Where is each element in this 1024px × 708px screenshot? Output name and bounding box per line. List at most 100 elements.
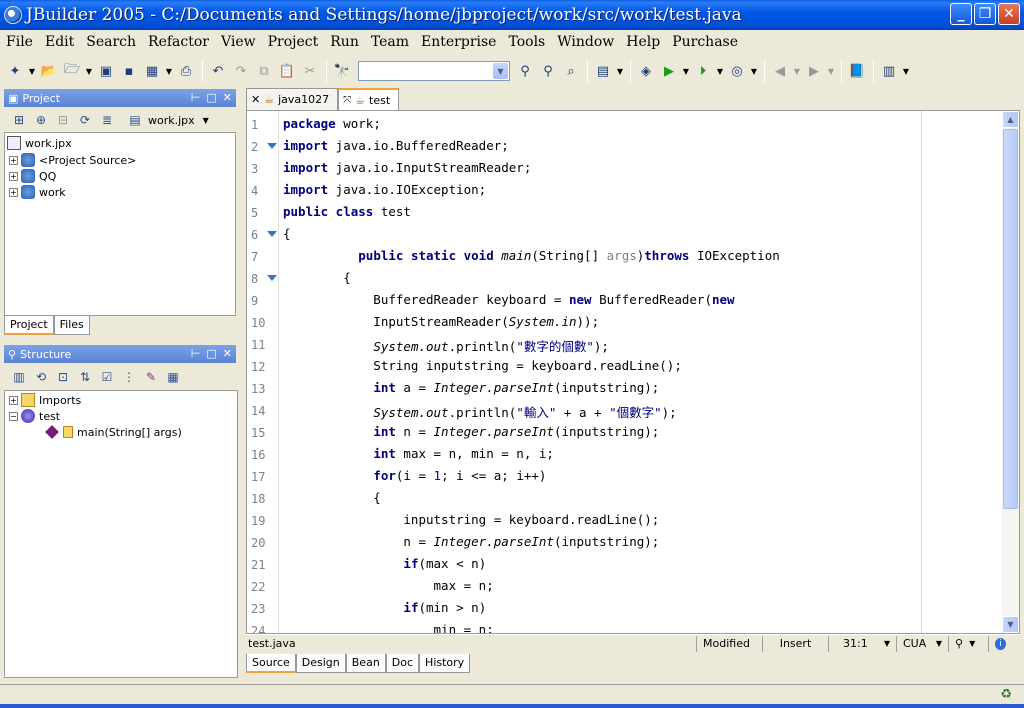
code-line[interactable]: if(min > n): [283, 600, 486, 615]
status-position[interactable]: 31:1 ▼: [828, 635, 896, 652]
menu-view[interactable]: View: [215, 34, 262, 50]
find-binoculars-icon[interactable]: 🔭: [331, 60, 353, 82]
tab-source[interactable]: Source: [246, 654, 296, 673]
remove-icon[interactable]: ⊟: [54, 111, 72, 129]
tab-design[interactable]: Design: [295, 654, 346, 673]
optimize-dropdown-icon[interactable]: ▼: [749, 60, 759, 82]
tab-project[interactable]: Project: [4, 316, 54, 335]
scroll-up-icon[interactable]: ▲: [1002, 111, 1019, 128]
search-combo[interactable]: ▼: [358, 61, 510, 81]
properties-icon[interactable]: ≣: [98, 111, 116, 129]
filter-icon[interactable]: ☑: [98, 368, 116, 386]
project-combo[interactable]: work.jpx: [148, 114, 195, 127]
code-line[interactable]: int a = Integer.parseInt(inputstring);: [283, 380, 659, 395]
panel-maximize-icon[interactable]: □: [206, 91, 216, 104]
code-line[interactable]: System.out.println("數字的個數");: [283, 336, 609, 355]
panel-maximize-icon[interactable]: □: [206, 347, 216, 360]
panel-pin-icon[interactable]: ⊢: [191, 91, 201, 104]
workspace-dropdown-icon[interactable]: ▼: [901, 60, 911, 82]
menu-project[interactable]: Project: [262, 34, 325, 50]
code-line[interactable]: import java.io.IOException;: [283, 182, 486, 197]
code-line[interactable]: max = n;: [283, 578, 494, 593]
menu-help[interactable]: Help: [620, 34, 666, 50]
code-line[interactable]: if(max < n): [283, 556, 486, 571]
code-line[interactable]: n = Integer.parseInt(inputstring);: [283, 534, 659, 549]
reopen-icon[interactable]: 🗁: [61, 60, 83, 82]
status-insert-mode[interactable]: Insert: [762, 635, 828, 652]
tab-bean[interactable]: Bean: [345, 654, 386, 673]
make-dropdown-icon[interactable]: ▼: [615, 60, 625, 82]
search-icon[interactable]: ⚲: [955, 637, 963, 650]
save-all-icon[interactable]: ▦: [141, 60, 163, 82]
group-icon[interactable]: ⊡: [54, 368, 72, 386]
code-line[interactable]: import java.io.InputStreamReader;: [283, 160, 531, 175]
code-line[interactable]: System.out.println("輸入" + a + "個數字");: [283, 402, 676, 421]
menu-refactor[interactable]: Refactor: [142, 34, 215, 50]
menu-file[interactable]: File: [0, 34, 39, 50]
forward-arrow-icon[interactable]: ▶: [803, 60, 825, 82]
maximize-icon[interactable]: ⤧: [343, 95, 351, 106]
members-icon[interactable]: ▦: [164, 368, 182, 386]
sort-icon[interactable]: ▥: [10, 368, 28, 386]
tab-files[interactable]: Files: [53, 316, 90, 335]
close-file-icon[interactable]: ▣: [95, 60, 117, 82]
menu-window[interactable]: Window: [551, 34, 620, 50]
tree-item-project-source[interactable]: + <Project Source>: [9, 152, 136, 168]
close-icon[interactable]: ✕: [251, 93, 260, 106]
run-icon[interactable]: ▶: [658, 60, 680, 82]
debug-icon[interactable]: ⏵: [692, 60, 714, 82]
expand-icon[interactable]: +: [9, 187, 18, 197]
panel-pin-icon[interactable]: ⊢: [191, 347, 201, 360]
debug-dropdown-icon[interactable]: ▼: [715, 60, 725, 82]
make-project-icon[interactable]: ▤: [592, 60, 614, 82]
close-button[interactable]: ✕: [998, 3, 1020, 25]
fold-marker-icon[interactable]: [267, 231, 277, 237]
redo-icon[interactable]: ↷: [230, 60, 252, 82]
copy-icon[interactable]: ⧉: [253, 60, 275, 82]
fold-marker-icon[interactable]: [267, 275, 277, 281]
minimize-button[interactable]: _: [950, 3, 972, 25]
chevron-down-icon[interactable]: ▼: [493, 63, 508, 79]
expand-icon[interactable]: +: [9, 395, 18, 405]
menu-search[interactable]: Search: [80, 34, 142, 50]
cut-icon[interactable]: ✂: [299, 60, 321, 82]
chevron-down-icon[interactable]: ▼: [936, 639, 942, 648]
status-keymap[interactable]: CUA ▼: [896, 635, 948, 652]
forward-dropdown-icon[interactable]: ▼: [826, 60, 836, 82]
code-line[interactable]: min = n;: [283, 622, 494, 633]
tree-item-main[interactable]: main(String[] args): [45, 424, 182, 440]
find-classes-icon[interactable]: ⚲: [537, 60, 559, 82]
chevron-down-icon[interactable]: ▼: [969, 639, 975, 648]
menu-tools[interactable]: Tools: [502, 34, 551, 50]
menu-enterprise[interactable]: Enterprise: [415, 34, 502, 50]
workspace-icon[interactable]: ▥: [878, 60, 900, 82]
info-icon[interactable]: i: [995, 637, 1006, 650]
code-line[interactable]: import java.io.BufferedReader;: [283, 138, 509, 153]
edit-icon[interactable]: ✎: [142, 368, 160, 386]
back-dropdown-icon[interactable]: ▼: [792, 60, 802, 82]
chevron-down-icon[interactable]: ▼: [203, 116, 209, 125]
tree-item-work[interactable]: + work: [9, 184, 66, 200]
tree-item-qq[interactable]: + QQ: [9, 168, 56, 184]
optimize-icon[interactable]: ◎: [726, 60, 748, 82]
vertical-scrollbar[interactable]: ▲ ▼: [1002, 111, 1019, 633]
refresh-icon[interactable]: ⟳: [76, 111, 94, 129]
print-icon[interactable]: ⎙: [175, 60, 197, 82]
reopen-dropdown-icon[interactable]: ▼: [84, 60, 94, 82]
code-line[interactable]: int max = n, min = n, i;: [283, 446, 554, 461]
code-line[interactable]: package work;: [283, 116, 381, 131]
tab-java1027[interactable]: ✕ ☕ java1027: [246, 88, 339, 110]
run-dropdown-icon[interactable]: ▼: [681, 60, 691, 82]
undo-icon[interactable]: ↶: [207, 60, 229, 82]
panel-close-icon[interactable]: ✕: [223, 347, 232, 360]
code-line[interactable]: inputstring = keyboard.readLine();: [283, 512, 659, 527]
fold-marker-icon[interactable]: [267, 143, 277, 149]
sort-alpha-icon[interactable]: ⇅: [76, 368, 94, 386]
tab-test[interactable]: ⤧ ☕ test: [338, 88, 400, 110]
save-dropdown-icon[interactable]: ▼: [164, 60, 174, 82]
new-file-icon[interactable]: ✦: [4, 60, 26, 82]
menu-run[interactable]: Run: [324, 34, 365, 50]
help-book-icon[interactable]: 📘: [846, 60, 868, 82]
find-next-icon[interactable]: ⚲: [514, 60, 536, 82]
code-line[interactable]: for(i = 1; i <= a; i++): [283, 468, 546, 483]
